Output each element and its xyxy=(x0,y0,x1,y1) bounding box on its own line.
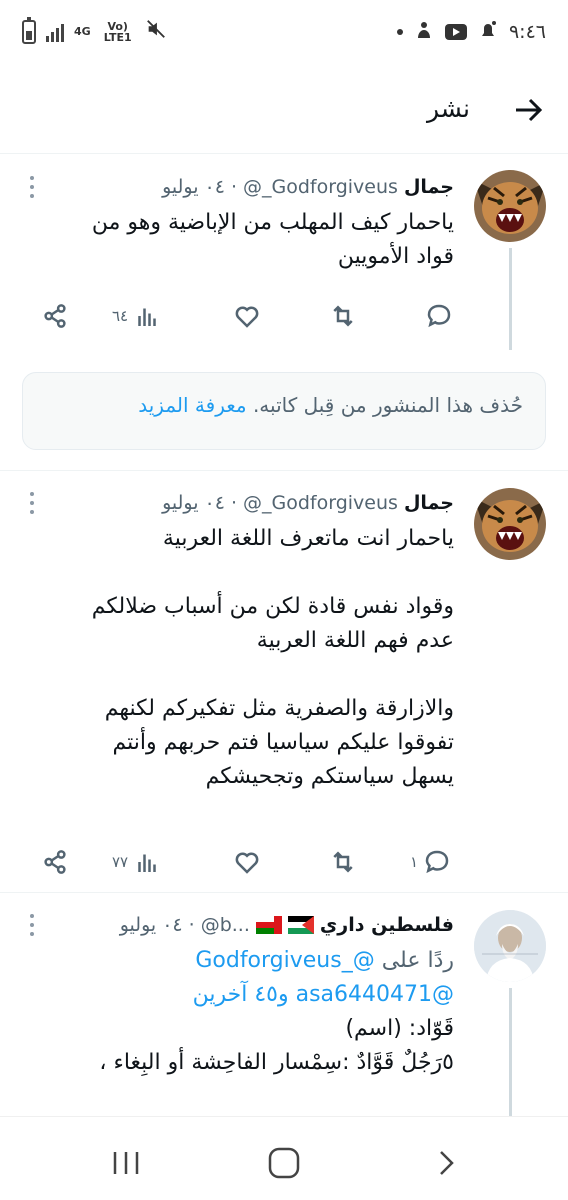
post-line: وقواد نفس قادة لكن من أسباب ضلالكم xyxy=(91,594,454,619)
mention-link[interactable]: @asa6440471 xyxy=(296,982,454,1007)
oman-flag-icon xyxy=(255,916,282,934)
post-line xyxy=(30,556,454,590)
share-button[interactable] xyxy=(40,842,70,882)
profile-avatar[interactable] xyxy=(474,910,546,982)
reply-to-line: @asa6440471 و٤٥ آخرين xyxy=(30,978,454,1012)
learn-more-link[interactable]: معرفة المزيد xyxy=(138,393,246,417)
vpn-icon xyxy=(415,20,433,44)
dot-separator: · xyxy=(188,914,195,936)
heart-icon xyxy=(235,306,259,328)
tiger-avatar[interactable] xyxy=(474,488,546,560)
dot-icon xyxy=(396,29,403,35)
heart-icon xyxy=(235,852,259,874)
post-line: قواد الأمويين xyxy=(337,244,454,269)
views-button[interactable]: ٧٧ xyxy=(112,842,162,882)
reply-icon xyxy=(427,304,451,328)
post-2[interactable]: جمال @_Godforgiveus · ٠٤ يوليو ياحمار ان… xyxy=(0,472,568,892)
views-count: ٧٧ xyxy=(112,853,129,871)
deleted-post-notice: حُذف هذا المنشور من قِبل كاتبه. معرفة ال… xyxy=(22,372,546,450)
more-options-icon[interactable] xyxy=(30,492,36,514)
views-button[interactable]: ٦٤ xyxy=(112,296,162,336)
author-name[interactable]: جمال xyxy=(404,176,454,198)
post-line xyxy=(30,658,454,692)
mute-icon xyxy=(145,18,167,45)
post-line: والازارقة والصفرية مثل تفكيركم لكنهم xyxy=(104,696,454,721)
repost-icon xyxy=(333,851,353,873)
divider xyxy=(0,892,568,893)
share-button[interactable] xyxy=(40,296,70,336)
post-line: ياحمار كيف المهلب من الإباضية وهو من xyxy=(91,210,454,235)
reply-prefix: ردًا على xyxy=(381,948,454,973)
others-link[interactable]: و٤٥ آخرين xyxy=(193,982,289,1007)
post-actions: ٦٤ xyxy=(0,296,568,336)
system-nav-bar xyxy=(0,1116,568,1200)
views-count: ٦٤ xyxy=(112,307,129,325)
clock: ٩:٤٦ xyxy=(508,21,546,43)
reply-button[interactable]: ١ xyxy=(410,842,452,882)
reply-to-line: ردًا على @_Godforgiveus xyxy=(30,944,454,978)
post-actions: ١ ٧٧ xyxy=(0,842,568,882)
post-line: قَوّاد: (اسم) xyxy=(345,1016,454,1041)
like-button[interactable] xyxy=(232,842,262,882)
mention-link[interactable]: @_Godforgiveus xyxy=(195,948,374,973)
status-bar: 4G Vo) LTE1 ٩:٤٦ xyxy=(0,0,568,64)
top-bar: نشر xyxy=(0,64,568,154)
reply-button[interactable] xyxy=(424,296,458,336)
youtube-icon xyxy=(444,24,467,40)
author-name[interactable]: فلسطين داري xyxy=(320,914,454,936)
analytics-icon xyxy=(138,854,156,872)
more-options-icon[interactable] xyxy=(30,914,36,936)
post-text: ياحمار انت ماتعرف اللغة العربية وقواد نف… xyxy=(30,522,454,794)
post-line: ياحمار انت ماتعرف اللغة العربية xyxy=(162,526,454,551)
repost-button[interactable] xyxy=(328,842,358,882)
dot-separator: · xyxy=(230,176,238,198)
divider xyxy=(0,470,568,471)
palestine-flag-icon xyxy=(287,916,314,934)
arrow-right-icon[interactable] xyxy=(510,92,546,128)
reply-count: ١ xyxy=(410,853,419,871)
share-icon xyxy=(44,304,66,328)
author-handle[interactable]: @_Godforgiveus xyxy=(243,176,398,198)
post-header: جمال @_Godforgiveus · ٠٤ يوليو xyxy=(24,488,454,518)
recent-apps-icon[interactable] xyxy=(106,1143,146,1183)
post-date[interactable]: ٠٤ يوليو xyxy=(162,176,225,198)
carrier-label: Vo) LTE1 xyxy=(103,19,132,44)
post-date[interactable]: ٠٤ يوليو xyxy=(162,492,225,514)
repost-button[interactable] xyxy=(328,296,358,336)
thread-line xyxy=(509,988,512,1116)
dot-separator: · xyxy=(230,492,238,514)
page-title: نشر xyxy=(426,94,470,123)
post-line: تفوقوا عليكم سياسيا فتم حربهم وأنتم xyxy=(112,730,454,755)
more-options-icon[interactable] xyxy=(30,176,36,198)
home-icon[interactable] xyxy=(264,1143,304,1183)
signal-icon xyxy=(46,22,64,42)
post-header: فلسطين داري @b... · ٠٤ يوليو xyxy=(24,910,454,940)
post-line: ٥رَجُلٌ قَوَّادٌ :سِمْسار الفاحِشة أو ال… xyxy=(99,1050,454,1075)
reply-icon xyxy=(425,850,449,874)
post-date[interactable]: ٠٤ يوليو xyxy=(120,914,183,936)
post-text: ردًا على @_Godforgiveus @asa6440471 و٤٥ … xyxy=(30,944,454,1080)
post-1[interactable]: جمال @_Godforgiveus · ٠٤ يوليو ياحمار كي… xyxy=(0,154,568,364)
share-icon xyxy=(44,850,66,874)
analytics-icon xyxy=(138,308,156,326)
post-text: ياحمار كيف المهلب من الإباضية وهو من قوا… xyxy=(30,206,454,274)
tiger-avatar[interactable] xyxy=(474,170,546,242)
post-line: عدم فهم اللغة العربية xyxy=(256,628,454,653)
author-handle[interactable]: @b... xyxy=(201,914,250,936)
battery-icon xyxy=(22,16,36,44)
repost-icon xyxy=(333,305,353,327)
like-button[interactable] xyxy=(232,296,262,336)
author-name[interactable]: جمال xyxy=(404,492,454,514)
back-icon[interactable] xyxy=(426,1143,466,1183)
post-header: جمال @_Godforgiveus · ٠٤ يوليو xyxy=(24,172,454,202)
deleted-notice-text: حُذف هذا المنشور من قِبل كاتبه. xyxy=(252,393,523,417)
post-3[interactable]: فلسطين داري @b... · ٠٤ يوليو ردًا على @_… xyxy=(0,894,568,1116)
notification-icon xyxy=(479,20,497,44)
author-handle[interactable]: @_Godforgiveus xyxy=(243,492,398,514)
network-type: 4G xyxy=(74,25,91,38)
post-line: يسهل سياستكم وتجحيشكم xyxy=(205,764,454,789)
